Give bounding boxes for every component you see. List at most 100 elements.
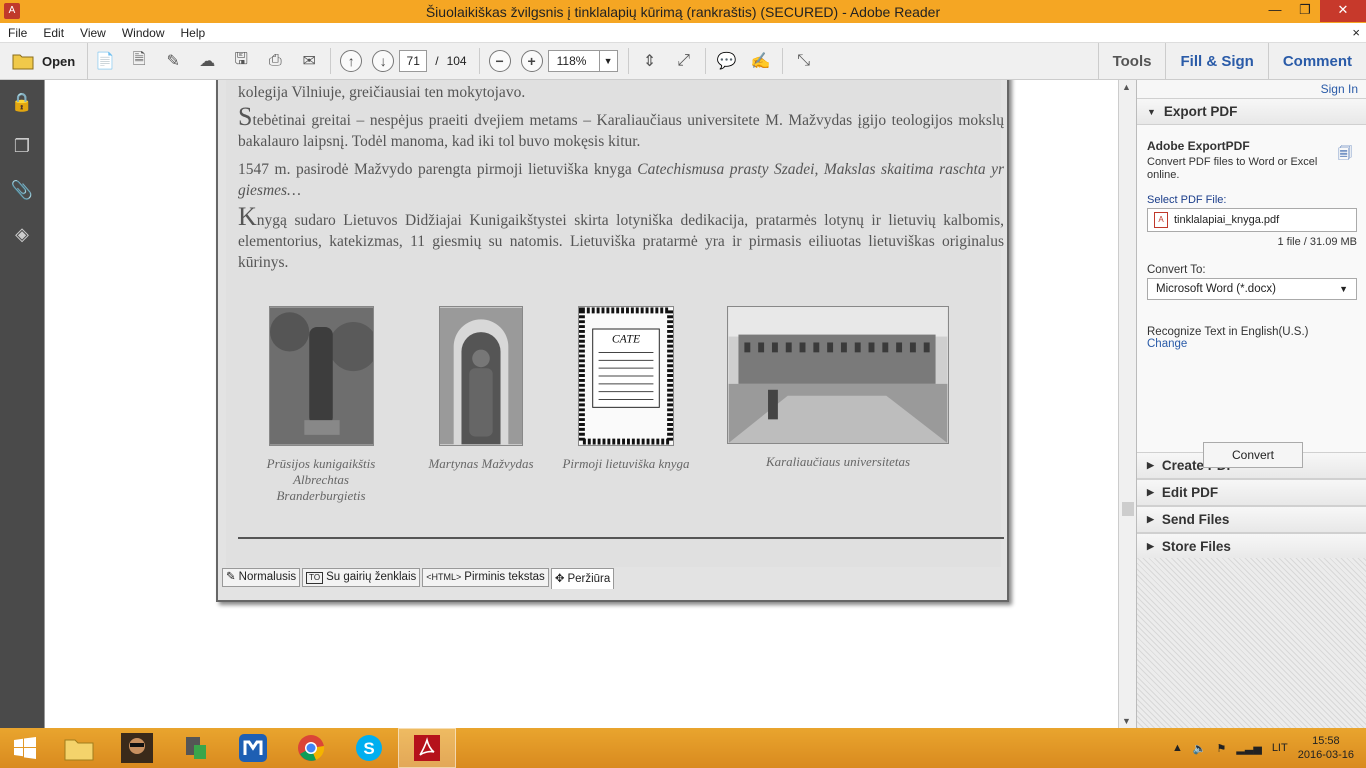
page-number-input[interactable]: 71: [399, 50, 428, 72]
create-pdf-icon[interactable]: 📄: [93, 49, 117, 73]
convert-button[interactable]: Convert: [1203, 442, 1303, 468]
section-store-files-label: Store Files: [1161, 539, 1231, 554]
comment-tab[interactable]: Comment: [1267, 42, 1366, 80]
language-indicator[interactable]: LIT: [1272, 742, 1288, 754]
adobe-reader-app-icon[interactable]: A: [4, 3, 20, 19]
save-icon[interactable]: 🖫: [229, 49, 253, 73]
menu-help[interactable]: Help: [173, 26, 214, 40]
full-screen-icon[interactable]: ⤡: [792, 49, 816, 73]
system-tray: ▲ 🔈 ⚑ ▂▃▅ LIT 15:58 2016-03-16: [1172, 728, 1366, 768]
zoom-select[interactable]: 118% ▼: [547, 50, 618, 72]
clock-time: 15:58: [1312, 735, 1340, 747]
paragraph-3: 1547 m. pasirodė Mažvydo parengta pirmoj…: [238, 159, 1004, 201]
toolbar: Open 📄 🗎 ✎ ☁ 🖫 ⎙ ✉ ↑ ↓ 71 / 104 − + 118%…: [0, 42, 1366, 80]
vertical-scrollbar[interactable]: ▲ ▼: [1118, 80, 1136, 728]
toolbar-separator: [627, 48, 629, 74]
section-send-files-label: Send Files: [1161, 512, 1230, 527]
toolbar-right-tabs: Tools Fill & Sign Comment: [1097, 42, 1366, 80]
zoom-in-button[interactable]: +: [520, 50, 543, 72]
fit-width-icon[interactable]: ⤢: [672, 49, 696, 73]
recognize-text-label: Recognize Text in English(U.S.): [1147, 326, 1309, 338]
section-send-files[interactable]: ▶ Send Files: [1137, 506, 1366, 533]
pages-icon[interactable]: ❐: [0, 124, 44, 168]
windows-start-button[interactable]: [0, 728, 50, 768]
avatar-icon: [121, 733, 153, 763]
edit-icon[interactable]: ✎: [161, 49, 185, 73]
window-title: Šiuolaikiškas žvilgsnis į tinklalapių kū…: [425, 3, 941, 20]
attachment-icon[interactable]: 📎: [0, 168, 44, 212]
close-document-button[interactable]: ×: [1352, 25, 1360, 40]
taskbar-network-app[interactable]: [166, 728, 224, 768]
adobe-exportpdf-title: Adobe ExportPDF: [1147, 139, 1250, 153]
print-icon[interactable]: ⎙: [263, 49, 287, 73]
document-viewport[interactable]: kolegija Vilniuje, greičiausiai ten moky…: [44, 80, 1118, 728]
taskbar-adobe-reader[interactable]: [398, 728, 456, 768]
open-button[interactable]: Open: [0, 42, 89, 80]
clock[interactable]: 15:58 2016-03-16: [1298, 734, 1354, 762]
zoom-value: 118%: [556, 54, 587, 68]
fill-sign-tab[interactable]: Fill & Sign: [1165, 42, 1267, 80]
zoom-out-button[interactable]: −: [488, 50, 511, 72]
show-hidden-icons-icon[interactable]: ▲: [1172, 742, 1183, 754]
book-title: CATE: [612, 333, 640, 346]
section-export-pdf-label: Export PDF: [1163, 104, 1238, 119]
next-page-button[interactable]: ↓: [372, 50, 395, 72]
tools-tab[interactable]: Tools: [1097, 42, 1166, 80]
upload-cloud-icon[interactable]: ☁: [195, 49, 219, 73]
comment-bubble-icon[interactable]: 💬: [715, 49, 739, 73]
menu-window[interactable]: Window: [114, 26, 173, 40]
highlight-icon[interactable]: ✍: [749, 49, 773, 73]
menu-edit[interactable]: Edit: [35, 26, 72, 40]
toolbar-separator: [330, 48, 332, 74]
restore-button[interactable]: ❐: [1290, 0, 1320, 22]
section-store-files[interactable]: ▶ Store Files: [1137, 533, 1366, 560]
taskbar-game-app[interactable]: [108, 728, 166, 768]
caption-university: Karaliaučiaus universitetas: [765, 454, 911, 469]
layers-icon[interactable]: ◈: [0, 212, 44, 256]
close-button[interactable]: ✕: [1320, 0, 1366, 22]
section-edit-pdf[interactable]: ▶ Edit PDF: [1137, 479, 1366, 506]
menu-file[interactable]: File: [0, 26, 35, 40]
scroll-up-arrow-icon[interactable]: ▲: [1122, 82, 1131, 92]
sign-in-link[interactable]: Sign In: [1137, 80, 1366, 98]
taskbar-maxthon[interactable]: [224, 728, 282, 768]
html-badge: <HTML>: [426, 572, 462, 582]
change-language-link[interactable]: Change: [1147, 338, 1356, 350]
window-controls: — ❐ ✕: [1260, 0, 1366, 23]
scroll-thumb[interactable]: [1122, 502, 1134, 516]
paragraph-3-text: 1547 m. pasirodė Mažvydo parengta pirmoj…: [238, 161, 638, 178]
scroll-down-arrow-icon[interactable]: ▼: [1122, 716, 1131, 726]
pencil-icon: ✎: [226, 571, 236, 583]
convert-to-select[interactable]: Microsoft Word (*.docx) ▼: [1147, 278, 1357, 300]
svg-text:S: S: [363, 739, 374, 758]
export-pdf-icon[interactable]: 🗎: [127, 49, 151, 73]
file-meta: 1 file / 31.09 MB: [1277, 236, 1358, 248]
tab-source[interactable]: <HTML> Pirminis tekstas: [422, 568, 549, 587]
tab-normal[interactable]: ✎ Normalusis: [222, 568, 301, 587]
previous-page-button[interactable]: ↑: [340, 50, 363, 72]
paragraph-1-text: kolegija Vilniuje, greičiausiai ten moky…: [238, 84, 526, 101]
menu-view[interactable]: View: [72, 26, 114, 40]
windows-logo-icon: [14, 737, 36, 759]
tab-with-markers[interactable]: TO Su gairių ženklais: [302, 568, 421, 587]
lock-icon[interactable]: 🔒: [0, 80, 44, 124]
minimize-button[interactable]: —: [1260, 0, 1290, 22]
tab-preview[interactable]: ✥ Peržiūra: [550, 568, 615, 589]
volume-icon[interactable]: 🔈: [1193, 742, 1207, 755]
drop-cap: K: [238, 202, 257, 231]
fit-page-icon[interactable]: ⇕: [638, 49, 662, 73]
signal-icon[interactable]: ▂▃▅: [1236, 742, 1261, 755]
email-icon[interactable]: ✉: [297, 49, 321, 73]
pdf-page: kolegija Vilniuje, greičiausiai ten moky…: [216, 80, 1009, 602]
action-center-icon[interactable]: ⚑: [1217, 742, 1227, 755]
export-pdf-service-icon: 🗐: [1338, 145, 1352, 161]
toolbar-separator: [478, 48, 480, 74]
taskbar-chrome[interactable]: [282, 728, 340, 768]
selected-file-field[interactable]: A tinklalapiai_knyga.pdf: [1147, 208, 1357, 232]
taskbar-file-explorer[interactable]: [50, 728, 108, 768]
toolbar-separator: [781, 48, 783, 74]
section-export-pdf[interactable]: ▼ Export PDF: [1137, 98, 1366, 125]
tab-normal-label: Normalusis: [238, 571, 297, 583]
taskbar-skype[interactable]: S: [340, 728, 398, 768]
tools-panel: Sign In ▼ Export PDF 🗐 Adobe ExportPDF C…: [1136, 80, 1366, 728]
